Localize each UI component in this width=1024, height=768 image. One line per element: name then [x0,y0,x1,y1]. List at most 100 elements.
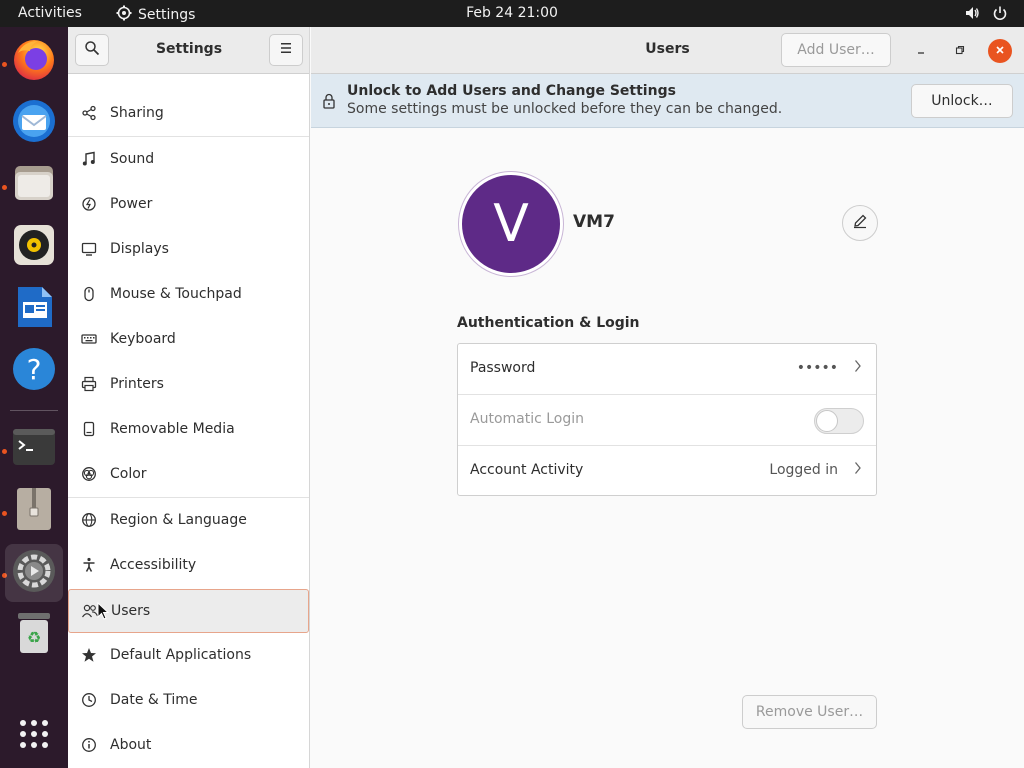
svg-text:♻: ♻ [27,628,41,647]
rhythmbox-icon [12,223,56,271]
sidebar-item-default-applications[interactable]: Default Applications [68,633,309,677]
infobar-subtitle: Some settings must be unlocked before th… [347,101,783,117]
minimize-button[interactable] [909,39,933,63]
sidebar-item-sound[interactable]: Sound [68,137,309,181]
svg-text:?: ? [27,353,42,386]
thunderbird-icon [10,97,58,149]
settings-window: Settings Sharing Sound Power Displays Mo… [68,27,1024,768]
sidebar-item-mouse-touchpad[interactable]: Mouse & Touchpad [68,272,309,316]
dock-trash[interactable]: ♻ [5,606,63,664]
sidebar-item-label: Removable Media [110,421,235,437]
sidebar-item-label: Sound [110,151,155,167]
headerbar: Users Add User… [311,27,1024,74]
sidebar-item-label: Displays [110,241,169,257]
chevron-right-icon [854,359,862,377]
mouse-icon [80,285,98,303]
gear-icon [116,5,132,25]
accessibility-icon [80,556,98,574]
keyboard-icon [80,330,98,348]
app-grid-icon [18,718,50,754]
firefox-icon [10,35,58,87]
infobar-title: Unlock to Add Users and Change Settings [347,83,676,99]
archive-icon [14,486,54,536]
terminal-icon [12,427,56,471]
close-icon [995,43,1005,59]
password-value: ••••• [796,360,838,376]
restore-icon [955,43,965,59]
dock: ? ♻ [0,27,68,768]
dock-thunderbird[interactable] [5,94,63,152]
sidebar-item-color[interactable]: Color [68,452,309,496]
main-menu-button[interactable] [269,34,303,66]
dock-terminal[interactable] [5,420,63,478]
auth-section-heading: Authentication & Login [457,315,640,331]
user-avatar[interactable]: V [459,172,563,276]
sidebar-item-displays[interactable]: Displays [68,227,309,271]
sidebar-item-about[interactable]: About [68,723,309,767]
sidebar-item-label: Accessibility [110,557,197,573]
dock-separator [10,410,58,411]
display-icon [80,240,98,258]
sidebar-item-accessibility[interactable]: Accessibility [68,543,309,587]
dock-archive[interactable] [5,482,63,540]
automatic-login-label: Automatic Login [470,411,585,427]
star-icon [80,646,98,664]
password-row[interactable]: Password ••••• [458,344,876,395]
minimize-icon [916,43,926,59]
sidebar-item-label: Power [110,196,153,212]
user-name: VM7 [573,212,615,232]
sidebar-item-label: Default Applications [110,647,252,663]
unlock-infobar: Unlock to Add Users and Change Settings … [311,74,1024,128]
automatic-login-switch[interactable] [814,408,864,434]
show-apps-button[interactable] [5,707,63,765]
music-note-icon [80,150,98,168]
unlock-button[interactable]: Unlock… [911,84,1013,118]
dock-files[interactable] [5,156,63,214]
sidebar-item-removable-media[interactable]: Removable Media [68,407,309,451]
power-icon[interactable] [992,5,1008,25]
sidebar-item-label: About [110,737,152,753]
dock-rhythmbox[interactable] [5,218,63,276]
automatic-login-row: Automatic Login [458,395,876,446]
dock-settings[interactable] [5,544,63,602]
sidebar-item-printers[interactable]: Printers [68,362,309,406]
sidebar-item-power[interactable]: Power [68,182,309,226]
lock-icon [322,93,336,113]
printer-icon [80,375,98,393]
top-bar: Activities Settings Feb 24 21:00 [0,0,1024,27]
clock-icon [80,691,98,709]
sidebar-item-label: Sharing [110,105,164,121]
dock-help[interactable]: ? [5,342,63,400]
activities-button[interactable]: Activities [18,5,82,21]
maximize-button[interactable] [948,39,972,63]
power-icon [80,195,98,213]
clock[interactable]: Feb 24 21:00 [466,5,558,21]
dock-writer[interactable] [5,280,63,338]
sidebar-item-label: Printers [110,376,164,392]
app-menu[interactable]: Settings [116,5,195,25]
remove-user-button[interactable]: Remove User… [742,695,877,729]
files-icon [12,161,56,209]
volume-icon[interactable] [964,5,980,25]
account-activity-row[interactable]: Account Activity Logged in [458,446,876,497]
settings-icon [11,548,57,598]
password-label: Password [470,360,536,376]
add-user-button[interactable]: Add User… [781,33,891,67]
system-tray[interactable] [964,5,1008,25]
sidebar-item-label: Keyboard [110,331,176,347]
sidebar-item-region-language[interactable]: Region & Language [68,498,309,542]
sidebar-item-label: Color [110,466,147,482]
auth-list: Password ••••• Automatic Login Account A… [457,343,877,496]
sidebar-item-keyboard[interactable]: Keyboard [68,317,309,361]
close-button[interactable] [988,39,1012,63]
sidebar-item-label: Date & Time [110,692,198,708]
writer-icon [12,285,56,333]
edit-name-button[interactable] [842,205,878,241]
chevron-right-icon [854,461,862,479]
sidebar-item-label: Mouse & Touchpad [110,286,242,302]
sidebar-item-sharing[interactable]: Sharing [68,91,309,135]
dock-firefox[interactable] [5,32,63,90]
sidebar-item-date-time[interactable]: Date & Time [68,678,309,722]
mouse-cursor-icon [97,601,110,624]
trash-icon: ♻ [14,610,54,660]
